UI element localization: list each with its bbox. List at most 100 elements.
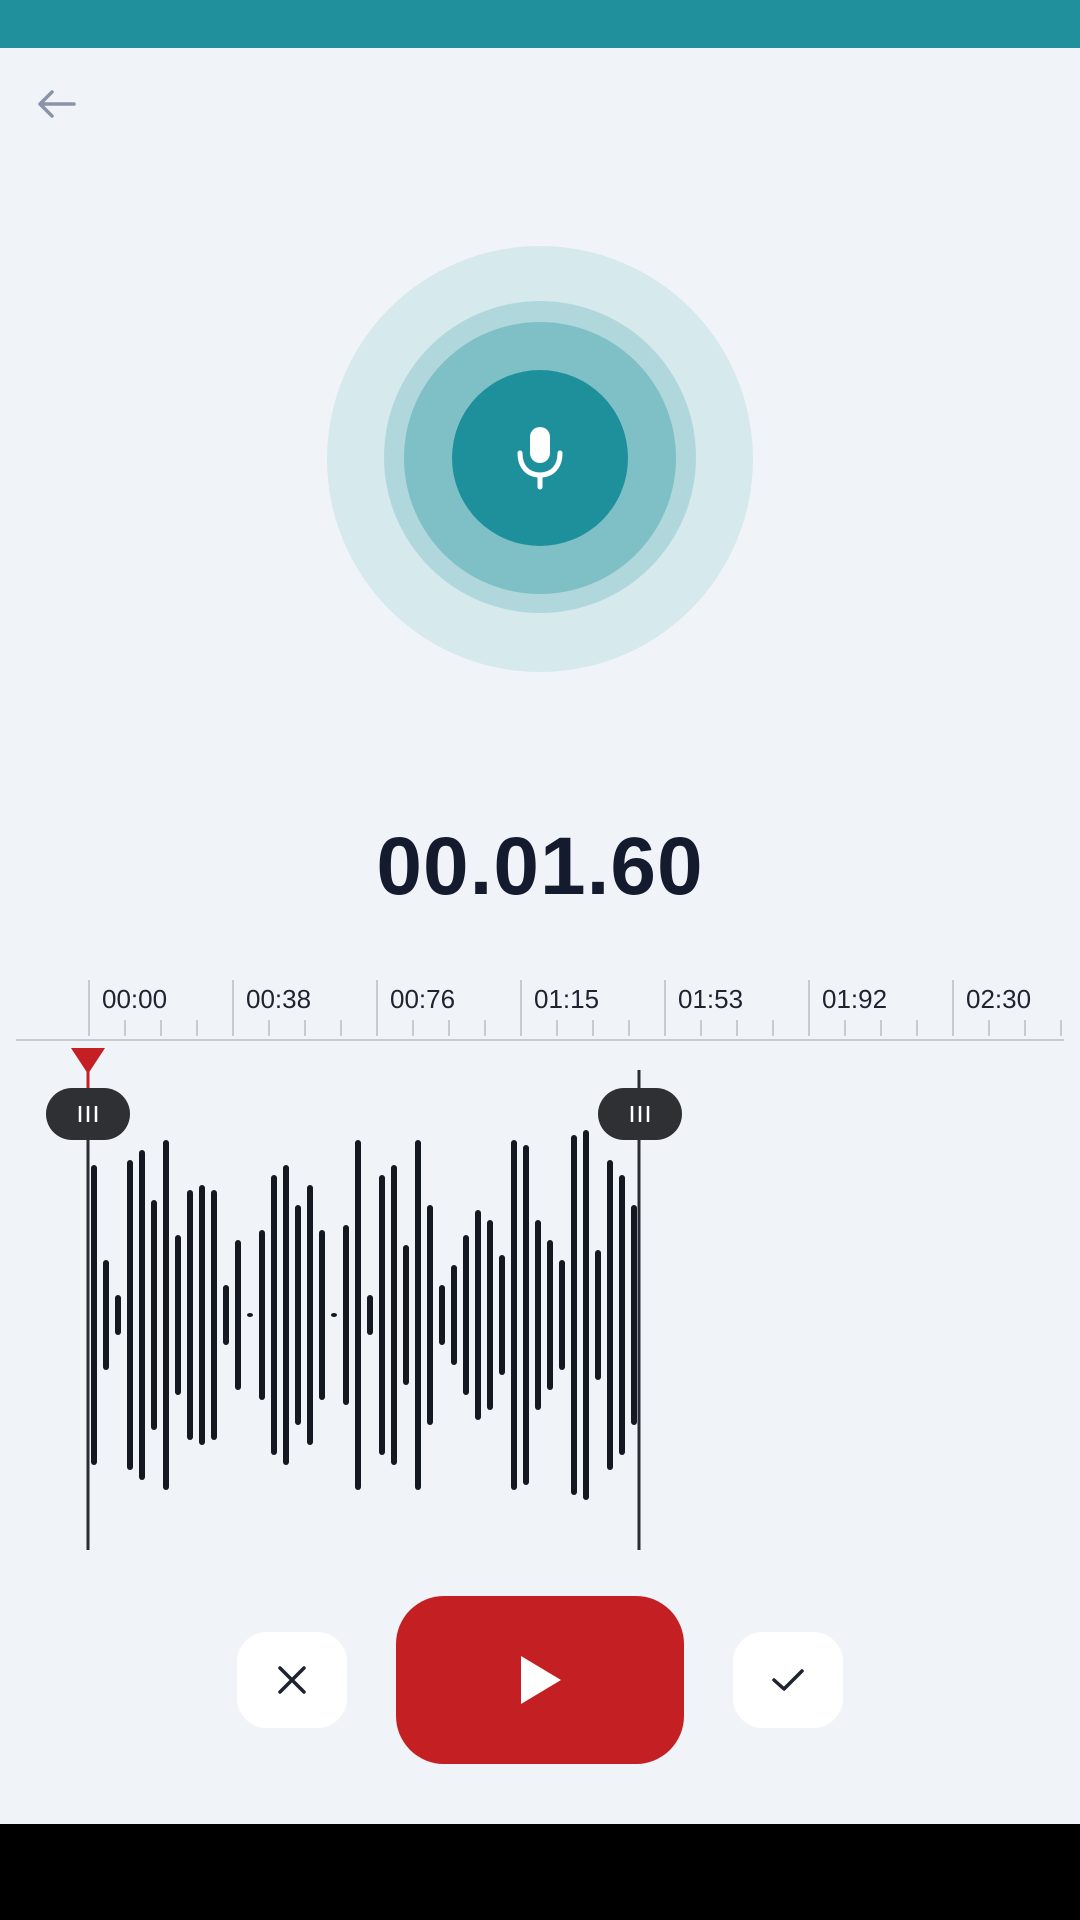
- timeline-minor-tick: [124, 1020, 126, 1036]
- waveform-bar: [355, 1140, 361, 1490]
- time-ruler: 00:00 00:38 00:76 01:15 01:53 01:92 02:30: [0, 970, 1080, 1042]
- waveform-bar: [187, 1190, 193, 1440]
- timeline-major-tick: [952, 980, 954, 1036]
- timeline-minor-tick: [844, 1020, 846, 1036]
- waveform-bar: [343, 1225, 349, 1405]
- waveform-bar: [571, 1135, 577, 1495]
- timeline-minor-tick: [988, 1020, 990, 1036]
- waveform-bar: [535, 1220, 541, 1410]
- waveform-bar: [331, 1313, 337, 1317]
- timeline-major-tick: [232, 980, 234, 1036]
- waveform-bar: [511, 1140, 517, 1490]
- waveform-bar: [271, 1175, 277, 1455]
- mic-button[interactable]: [452, 370, 628, 546]
- timeline-minor-tick: [448, 1020, 450, 1036]
- microphone-icon: [517, 427, 563, 490]
- waveform-bar: [607, 1160, 613, 1470]
- waveform-bar: [247, 1313, 253, 1317]
- timeline-minor-tick: [628, 1020, 630, 1036]
- cancel-button[interactable]: [237, 1632, 347, 1728]
- timeline-major-tick: [664, 980, 666, 1036]
- waveform-bar: [115, 1295, 121, 1335]
- playhead[interactable]: [71, 1048, 105, 1094]
- timeline-major-tick: [376, 980, 378, 1036]
- back-button[interactable]: [24, 76, 88, 132]
- timeline-major-tick: [88, 980, 90, 1036]
- waveform-bar: [91, 1165, 97, 1465]
- play-button[interactable]: [396, 1596, 684, 1764]
- trim-start-handle[interactable]: [46, 1088, 130, 1140]
- waveform-bar: [139, 1150, 145, 1480]
- timeline-minor-tick: [484, 1020, 486, 1036]
- waveform-bar: [319, 1230, 325, 1400]
- close-icon: [278, 1666, 306, 1694]
- waveform-bar: [523, 1145, 529, 1485]
- timeline-minor-tick: [1024, 1020, 1026, 1036]
- waveform-bar: [391, 1165, 397, 1465]
- play-icon: [521, 1656, 561, 1704]
- timeline-major-tick: [520, 980, 522, 1036]
- waveform-bar: [631, 1205, 637, 1425]
- timeline-minor-tick: [340, 1020, 342, 1036]
- waveform-bar: [451, 1265, 457, 1365]
- waveform-bar: [283, 1165, 289, 1465]
- timeline-minor-tick: [268, 1020, 270, 1036]
- timeline-minor-tick: [196, 1020, 198, 1036]
- timeline-label: 01:15: [534, 984, 600, 1014]
- timeline-minor-tick: [880, 1020, 882, 1036]
- waveform-bar: [583, 1130, 589, 1500]
- timeline-minor-tick: [772, 1020, 774, 1036]
- waveform-bar: [415, 1140, 421, 1490]
- waveform-bar: [439, 1285, 445, 1345]
- waveform-bar: [163, 1140, 169, 1490]
- waveform-bar: [127, 1160, 133, 1470]
- waveform-bar: [175, 1235, 181, 1395]
- timeline-minor-tick: [412, 1020, 414, 1036]
- waveform-bar: [259, 1230, 265, 1400]
- timeline-label: 00:76: [390, 984, 456, 1014]
- mic-visualizer: [327, 246, 753, 672]
- waveform-bar: [307, 1185, 313, 1445]
- waveform-bar: [475, 1210, 481, 1420]
- waveform-bar: [295, 1205, 301, 1425]
- timeline-minor-tick: [556, 1020, 558, 1036]
- timeline-label: 00:00: [102, 984, 168, 1014]
- timeline-minor-tick: [1060, 1020, 1062, 1036]
- arrow-left-icon: [38, 90, 76, 118]
- timeline-label: 01:92: [822, 984, 888, 1014]
- waveform-bar: [103, 1260, 109, 1370]
- waveform-bar: [463, 1235, 469, 1395]
- timeline-minor-tick: [592, 1020, 594, 1036]
- timeline-minor-tick: [700, 1020, 702, 1036]
- timeline-minor-tick: [160, 1020, 162, 1036]
- timeline-label: 00:38: [246, 984, 312, 1014]
- waveform-bar: [595, 1250, 601, 1380]
- timeline-minor-tick: [736, 1020, 738, 1036]
- timeline-major-tick: [808, 980, 810, 1036]
- system-navigation-bar: [0, 1824, 1080, 1920]
- recording-timer: 00.01.60: [376, 821, 704, 912]
- voice-recorder-screen: 00.01.60 00:00 00:38 00:76 01:15 01:53 01:92 0…: [0, 0, 1080, 1920]
- status-bar: [0, 0, 1080, 48]
- waveform-bar: [403, 1245, 409, 1385]
- waveform-bar: [547, 1240, 553, 1390]
- waveform-bar: [619, 1175, 625, 1455]
- confirm-button[interactable]: [733, 1632, 843, 1728]
- waveform-bar: [211, 1190, 217, 1440]
- timeline-minor-tick: [916, 1020, 918, 1036]
- timeline-label: 01:53: [678, 984, 744, 1014]
- waveform-bar: [499, 1255, 505, 1375]
- waveform-bar: [559, 1260, 565, 1370]
- timeline-minor-tick: [304, 1020, 306, 1036]
- waveform-bar: [223, 1285, 229, 1345]
- waveform-bar: [151, 1200, 157, 1430]
- trim-end-handle[interactable]: [598, 1088, 682, 1140]
- timeline-label: 02:30: [966, 984, 1032, 1014]
- waveform-bar: [379, 1175, 385, 1455]
- waveform-editor[interactable]: [0, 1040, 1080, 1560]
- waveform-bar: [427, 1205, 433, 1425]
- waveform-bar: [199, 1185, 205, 1445]
- waveform-bar: [367, 1295, 373, 1335]
- check-icon: [772, 1669, 804, 1691]
- waveform-bar: [487, 1220, 493, 1410]
